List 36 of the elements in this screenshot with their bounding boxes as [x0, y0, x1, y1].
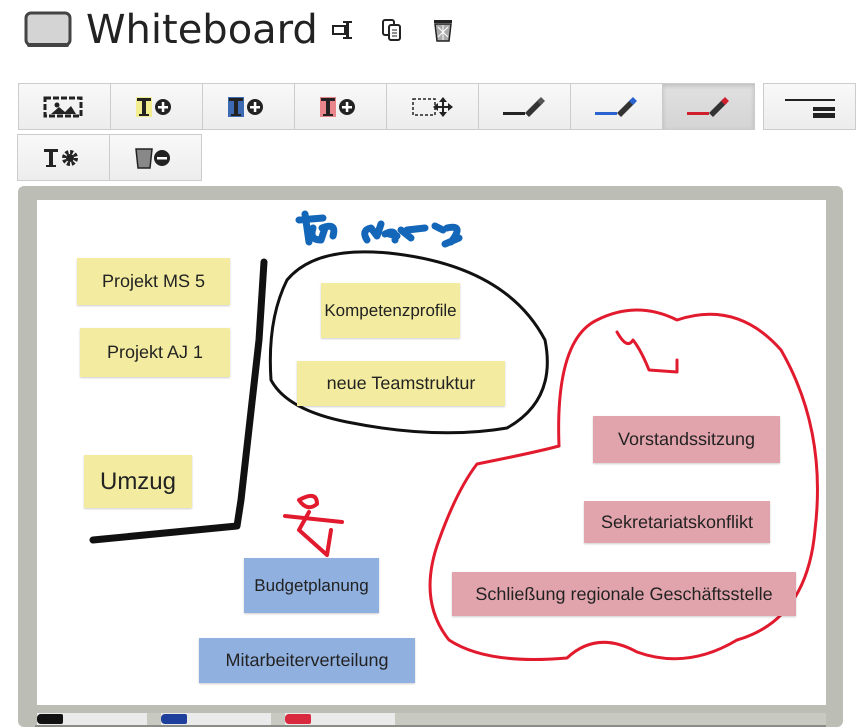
tool-button[interactable]: [386, 83, 479, 130]
sticky-note[interactable]: neue Teamstruktur: [297, 361, 505, 406]
tool-button[interactable]: [109, 134, 202, 182]
sticky-note[interactable]: Kompetenzprofile: [321, 283, 460, 338]
tool-button[interactable]: [294, 83, 387, 130]
tool-button[interactable]: [570, 83, 663, 130]
tool-button[interactable]: [110, 83, 203, 130]
rename-icon[interactable]: [332, 20, 354, 40]
sticky-note[interactable]: Umzug: [84, 455, 192, 508]
tool-button[interactable]: [662, 83, 755, 130]
marker-icon[interactable]: [161, 714, 187, 724]
sticky-note[interactable]: Projekt MS 5: [77, 258, 230, 306]
pen-icon: [502, 94, 546, 119]
whiteboard-canvas[interactable]: Projekt MS 5 Projekt AJ 1 Umzug Kompetenzprofile neue Teamstruktur Budgetplanung Mitarbeiterverteilung Vorstandssitzung Sekretariatskonflikt Schließung regionale Geschäftsstelle: [37, 200, 826, 706]
figure-drawing: [283, 494, 344, 558]
tool-button[interactable]: [18, 83, 111, 130]
select-move-icon: [410, 94, 454, 119]
copy-icon[interactable]: [382, 19, 402, 42]
tool-button[interactable]: [478, 83, 571, 130]
sticky-note[interactable]: Schließung regionale Geschäftsstelle: [452, 572, 796, 616]
tool-button[interactable]: [763, 83, 856, 130]
sticky-note[interactable]: Vorstandssitzung: [593, 416, 780, 464]
sticky-note[interactable]: Mitarbeiterverteilung: [199, 638, 415, 684]
squiggle-drawing: [616, 330, 678, 374]
sticky-note[interactable]: Projekt AJ 1: [80, 328, 230, 378]
sticky-note[interactable]: Sekretariatskonflikt: [584, 501, 770, 544]
tool-button[interactable]: [202, 83, 295, 130]
pen-icon: [594, 94, 638, 119]
marker-icon[interactable]: [285, 714, 311, 724]
whiteboard-icon: [24, 11, 72, 50]
trash-icon[interactable]: [432, 18, 454, 42]
pen-icon: [686, 94, 730, 119]
marker-icon[interactable]: [37, 714, 63, 724]
page-title: Whiteboard: [86, 7, 318, 54]
tool-button[interactable]: [17, 134, 110, 182]
sticky-note[interactable]: Budgetplanung: [244, 558, 379, 614]
